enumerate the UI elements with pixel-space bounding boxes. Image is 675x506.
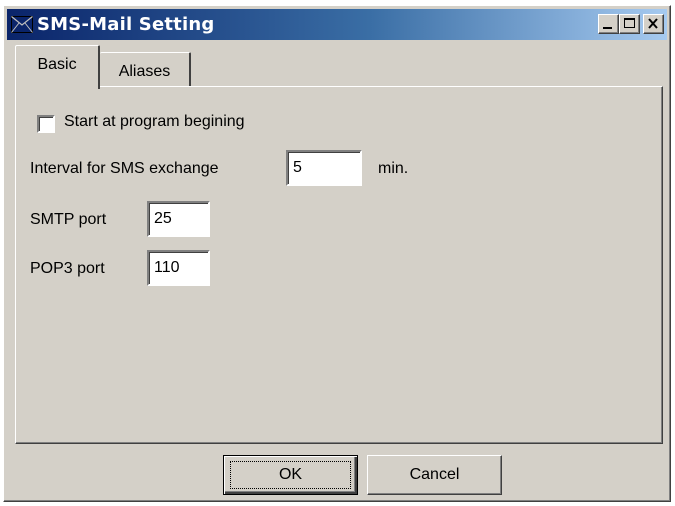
maximize-icon bbox=[624, 18, 635, 28]
smtp-port-field[interactable]: 25 bbox=[147, 201, 210, 237]
minimize-icon bbox=[603, 27, 612, 29]
maximize-button[interactable] bbox=[619, 14, 640, 34]
dialog-window: SMS-Mail Setting Basic Aliases Start at … bbox=[3, 5, 671, 502]
cancel-button-label: Cancel bbox=[409, 466, 460, 483]
close-icon bbox=[648, 18, 658, 29]
start-checkbox-label[interactable]: Start at program begining bbox=[64, 113, 245, 131]
pop3-port-field[interactable]: 110 bbox=[147, 250, 210, 286]
close-button[interactable] bbox=[643, 14, 664, 34]
interval-unit-label: min. bbox=[378, 160, 409, 177]
envelope-icon bbox=[11, 16, 33, 33]
smtp-port-label: SMTP port bbox=[30, 211, 107, 228]
title-bar[interactable]: SMS-Mail Setting bbox=[7, 9, 667, 40]
pop3-port-label: POP3 port bbox=[30, 260, 105, 277]
focus-rect bbox=[230, 461, 351, 489]
window-title: SMS-Mail Setting bbox=[37, 14, 215, 35]
interval-label: Interval for SMS exchange bbox=[30, 160, 219, 177]
interval-field[interactable]: 5 bbox=[286, 150, 362, 186]
tab-basic[interactable]: Basic bbox=[15, 45, 100, 89]
minimize-button[interactable] bbox=[598, 14, 619, 34]
cancel-button[interactable]: Cancel bbox=[367, 455, 502, 495]
start-at-program-beginning-checkbox[interactable] bbox=[37, 115, 55, 133]
ok-button[interactable]: OK bbox=[223, 455, 358, 495]
tab-aliases[interactable]: Aliases bbox=[100, 52, 191, 86]
tab-panel-basic: Start at program begining Interval for S… bbox=[15, 86, 663, 444]
